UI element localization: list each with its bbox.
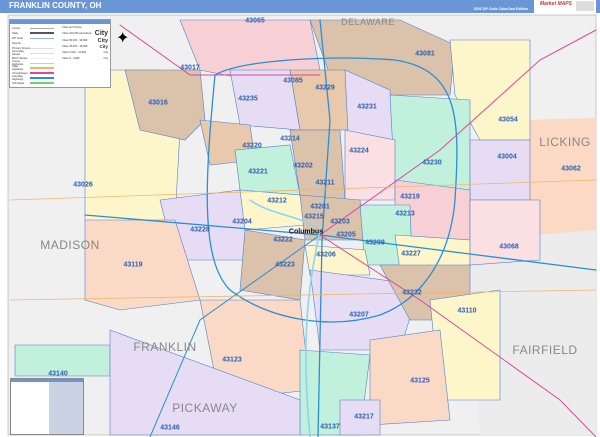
legend-item: Secondary Streets: [12, 50, 57, 56]
edition-label: 2026 ZIP Code ColorCast Edition: [473, 7, 528, 11]
legend-city-row: Cities 100,000 and Above City: [62, 30, 108, 37]
zip-label: 43081: [415, 50, 435, 58]
legend-city-row: Cities 50,000 - 99,999 City: [62, 37, 108, 44]
zip-label: 43219: [400, 193, 420, 201]
zip-label: 43004: [497, 153, 517, 161]
zip-label: 43140: [48, 370, 68, 378]
legend-city-row: Cities 25,000 - 49,999 City: [62, 44, 108, 49]
city-label-columbus: Columbus: [288, 228, 324, 236]
zip-index-table: [10, 378, 84, 435]
zip-label: 43227: [401, 250, 421, 258]
zip-label: 43119: [123, 261, 143, 269]
zip-label: 43026: [73, 181, 93, 189]
county-label: PICKAWAY: [172, 401, 238, 415]
zip-label: 43224: [349, 147, 369, 155]
compass-rose-icon: ✦: [116, 30, 130, 47]
legend-item: State: [12, 31, 57, 35]
county-label: FAIRFIELD: [512, 343, 578, 357]
map-title: FRANKLIN COUNTY, OH: [9, 1, 102, 10]
legend-item: ZIP Code: [12, 36, 57, 40]
zip-label: 43220: [242, 142, 262, 150]
zip-label: 43212: [267, 197, 287, 205]
county-label: LICKING: [539, 135, 591, 149]
zip-label: 43065: [245, 17, 265, 25]
zip-label: 43054: [498, 116, 518, 124]
zip-label: 43205: [336, 231, 356, 239]
zip-label: 43222: [273, 236, 293, 244]
zip-label: 43016: [148, 99, 168, 107]
zip-label: 43235: [238, 95, 258, 103]
zip-label: 43232: [402, 289, 422, 297]
legend-city-row: Cities 0 - 4,999 City: [62, 57, 108, 60]
zip-label: 43017: [180, 64, 200, 72]
zip-label: 43123: [222, 356, 242, 364]
zip-label: 43209: [365, 239, 385, 247]
zip-label: 43110: [457, 307, 477, 315]
zip-label: 43146: [160, 424, 180, 432]
zip-label: 43068: [499, 243, 519, 251]
zip-label: 43125: [410, 377, 430, 385]
legend-header: [10, 20, 110, 24]
zip-label: 43207: [349, 311, 369, 319]
zip-label: 43203: [330, 218, 350, 226]
zip-label: 43217: [354, 413, 374, 421]
zip-label: 43137: [320, 423, 340, 431]
zip-label: 43211: [315, 179, 335, 187]
legend-item: County: [12, 26, 57, 30]
title-bar: FRANKLIN COUNTY, OH 2026 ZIP Code ColorC…: [0, 0, 600, 13]
zip-label: 43214: [280, 135, 300, 143]
county-label: MADISON: [40, 238, 100, 252]
zip-label: 43085: [283, 77, 303, 85]
zip-label: 43215: [304, 213, 324, 221]
legend-item: Toll Roads: [12, 81, 57, 85]
zip-label: 43223: [275, 261, 295, 269]
legend-city-row: Cities 5,000 - 24,999 City: [62, 51, 108, 54]
legend-item: Airports: [12, 41, 21, 45]
zip-label: 43231: [357, 103, 377, 111]
map-legend: County State ZIP Code Airports Primary S…: [9, 19, 111, 88]
legend-item: Interstate Highways: [12, 75, 57, 81]
zip-label: 43228: [190, 226, 210, 234]
zip-label: 43204: [232, 218, 252, 226]
zip-label: 43062: [561, 165, 581, 173]
zip-label: 43230: [422, 159, 442, 167]
county-label: FRANKLIN: [133, 340, 197, 354]
zip-label: 43201: [310, 203, 330, 211]
zip-label: 43206: [316, 251, 336, 259]
zip-label: 43213: [395, 210, 415, 218]
zip-label: 43221: [248, 168, 268, 176]
market-maps-logo: Market MAPS: [534, 0, 596, 13]
county-label: DELAWARE: [341, 17, 395, 27]
zip-label: 43202: [293, 162, 313, 170]
zip-label: 43229: [315, 84, 335, 92]
legend-item: State Highways: [12, 65, 57, 71]
